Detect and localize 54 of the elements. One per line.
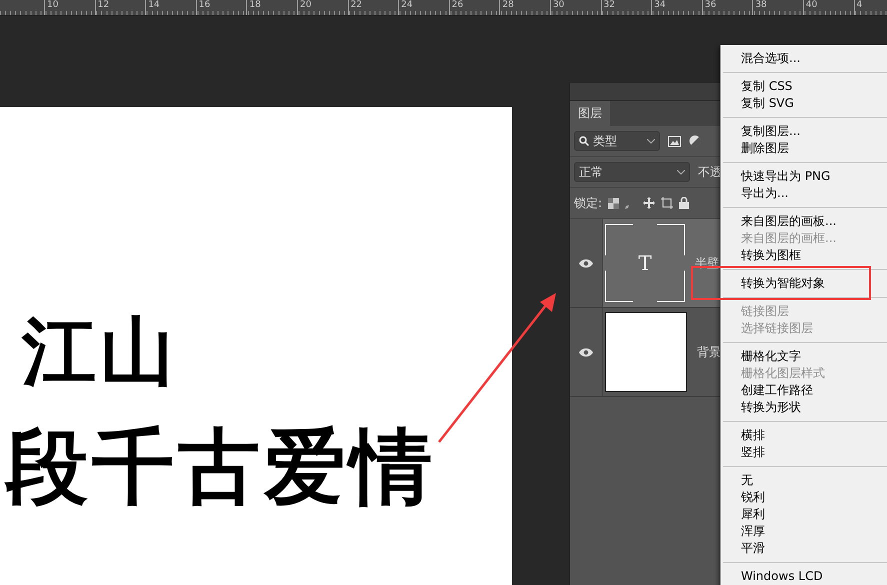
menu-item[interactable]: 删除图层 <box>721 140 887 157</box>
menu-item[interactable]: 浑厚 <box>721 523 887 540</box>
ruler-label: 18 <box>246 0 297 15</box>
ruler-label: 34 <box>651 0 702 15</box>
ruler-label: 28 <box>499 0 550 15</box>
caret-icon <box>647 138 655 144</box>
document-text: 段千古爱情 <box>3 427 436 509</box>
layers-tab[interactable]: 图层 <box>570 101 610 126</box>
ruler-label: 32 <box>600 0 652 15</box>
ruler-label: 14 <box>145 0 196 15</box>
menu-item[interactable]: 转换为形状 <box>721 399 887 416</box>
move-icon[interactable] <box>643 197 656 209</box>
ruler-label: 12 <box>94 0 146 15</box>
ruler-label: 40 <box>802 0 854 15</box>
image-icon[interactable] <box>668 136 681 146</box>
lock-icon[interactable] <box>679 197 690 209</box>
document-text: 江山 <box>20 315 178 389</box>
checker-icon[interactable] <box>608 198 620 208</box>
menu-item[interactable]: 无 <box>721 472 887 489</box>
crop-icon[interactable] <box>661 197 674 209</box>
ruler-label: 26 <box>448 0 500 15</box>
menu-item[interactable]: 混合选项... <box>721 50 887 67</box>
menu-item[interactable]: 快速导出为 PNG <box>721 168 887 185</box>
menu-item[interactable]: 平滑 <box>721 540 887 557</box>
eye-icon[interactable] <box>579 348 593 356</box>
filter-select[interactable]: 类型 <box>574 131 660 151</box>
blend-mode-value: 正常 <box>579 164 604 180</box>
ruler-label: 36 <box>702 0 752 15</box>
menu-item[interactable]: 锐利 <box>721 489 887 506</box>
menu-item[interactable]: 横排 <box>721 427 887 444</box>
search-icon <box>579 136 589 146</box>
menu-item[interactable]: 导出为... <box>721 185 887 202</box>
ruler-label: 16 <box>196 0 246 15</box>
ruler-label: 10 <box>44 0 95 15</box>
menu-item[interactable]: 复制 SVG <box>721 95 887 112</box>
caret-icon <box>677 170 685 174</box>
lock-label: 锁定: <box>574 194 602 212</box>
eye-icon[interactable] <box>579 258 593 268</box>
menu-item[interactable]: 竖排 <box>721 444 887 461</box>
menu-item[interactable]: 复制图层... <box>721 123 887 140</box>
menu-item[interactable]: 犀利 <box>721 506 887 523</box>
ruler-label: 22 <box>348 0 398 15</box>
ruler-label: 4 <box>854 0 887 15</box>
text-layer-thumbnail: T <box>605 224 685 302</box>
half-circle-icon[interactable] <box>689 135 701 147</box>
ruler-label: 24 <box>398 0 449 15</box>
blend-mode-select[interactable]: 正常 <box>574 162 690 182</box>
menu-item[interactable]: 复制 CSS <box>721 78 887 95</box>
ruler-label: 30 <box>550 0 601 15</box>
filter-value: 类型 <box>593 132 618 150</box>
menu-item[interactable]: Windows LCD <box>721 568 887 585</box>
layer-name: 背景 <box>697 344 721 360</box>
ruler-label: 20 <box>296 0 348 15</box>
ruler-label: 38 <box>752 0 803 15</box>
